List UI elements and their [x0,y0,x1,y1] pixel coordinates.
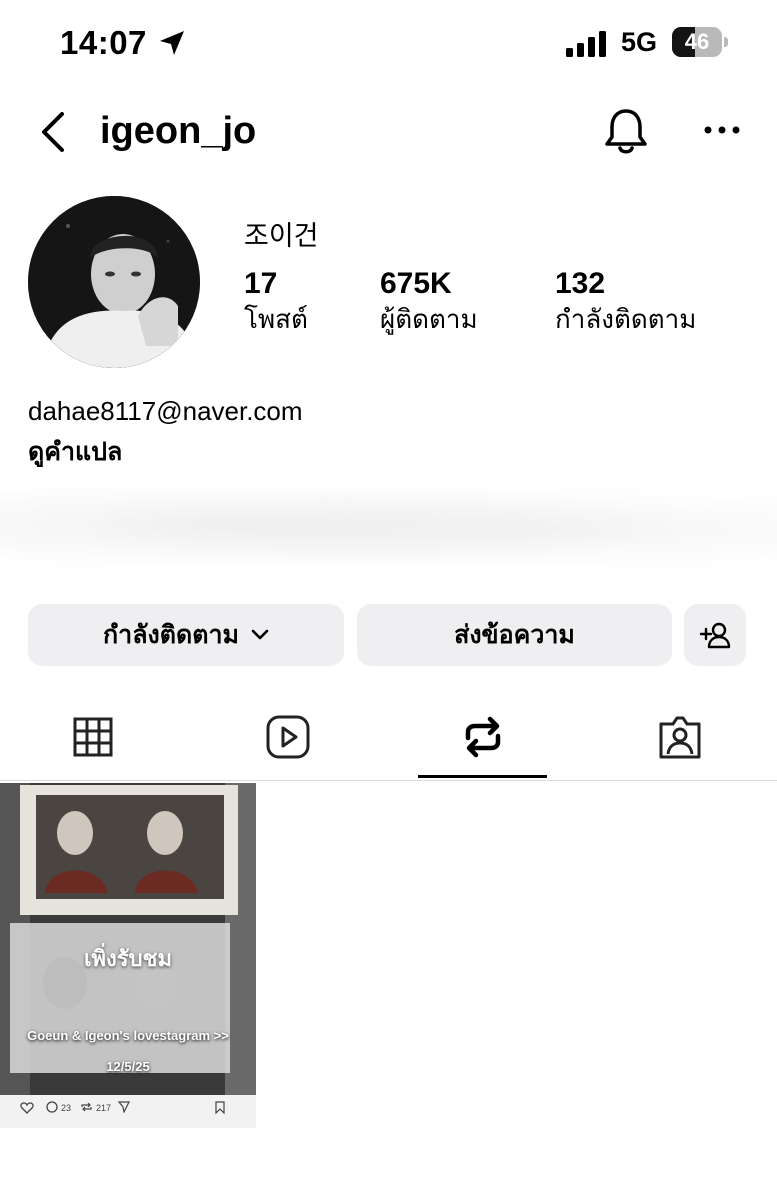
chevron-down-icon [251,629,269,640]
stat-followers-label: ผู้ติดตาม [380,304,478,334]
comment-count: 23 [61,1103,72,1113]
repost-count: 217 [96,1103,112,1113]
comment-icon [46,1101,58,1113]
stat-posts[interactable]: 17 โพสต์ [244,266,308,336]
stat-following-value: 132 [555,267,606,300]
recently-watched-label: เพิ่งรับชม [84,946,172,971]
post-date: 12/5/25 [106,1059,150,1074]
see-translation-link[interactable]: ดูคำแปล [28,432,122,472]
bookmark-icon [215,1101,225,1114]
stat-following-label: กำลังติดตาม [555,304,697,334]
battery-icon: 46 [672,27,730,59]
share-icon [118,1101,130,1113]
message-button-label: ส่งข้อความ [454,621,575,649]
post-caption: Goeun & Igeon's lovestagram >> [27,1028,229,1043]
network-type: 5G [621,27,658,57]
add-user-button[interactable] [684,604,746,666]
heart-icon [20,1102,34,1114]
blurred-bio [0,488,777,580]
bell-icon[interactable] [601,106,651,156]
grid-icon[interactable] [70,714,116,760]
repost-small-icon [81,1102,92,1112]
repost-icon[interactable] [460,714,506,760]
avatar[interactable] [28,196,200,368]
status-time: 14:07 [60,24,147,61]
bio-email[interactable]: dahae8117@naver.com [28,396,303,427]
following-button[interactable]: กำลังติดตาม [28,604,344,666]
post-tile[interactable]: เพิ่งรับชม Goeun & Igeon's lovestagram >… [0,783,256,1128]
tagged-icon[interactable] [657,714,703,760]
more-icon[interactable] [700,115,744,145]
add-person-icon [699,622,731,649]
stat-posts-value: 17 [244,267,278,300]
signal-bars-icon [566,31,606,57]
stat-following[interactable]: 132 กำลังติดตาม [555,266,696,336]
stat-followers[interactable]: 675K ผู้ติดตาม [380,266,478,336]
following-button-label: กำลังติดตาม [103,621,239,649]
stat-posts-label: โพสต์ [244,304,308,334]
back-chevron-icon[interactable] [34,110,74,154]
tab-divider [0,780,777,781]
message-button[interactable]: ส่งข้อความ [357,604,672,666]
battery-level: 46 [684,29,710,54]
display-name: 조이건 [244,221,319,251]
stat-followers-value: 675K [380,267,452,300]
location-arrow-icon [160,31,184,55]
active-tab-indicator [418,775,547,778]
post-action-bar: 23 217 [0,1095,256,1121]
reels-icon[interactable] [265,714,311,760]
profile-username: igeon_jo [100,110,257,152]
